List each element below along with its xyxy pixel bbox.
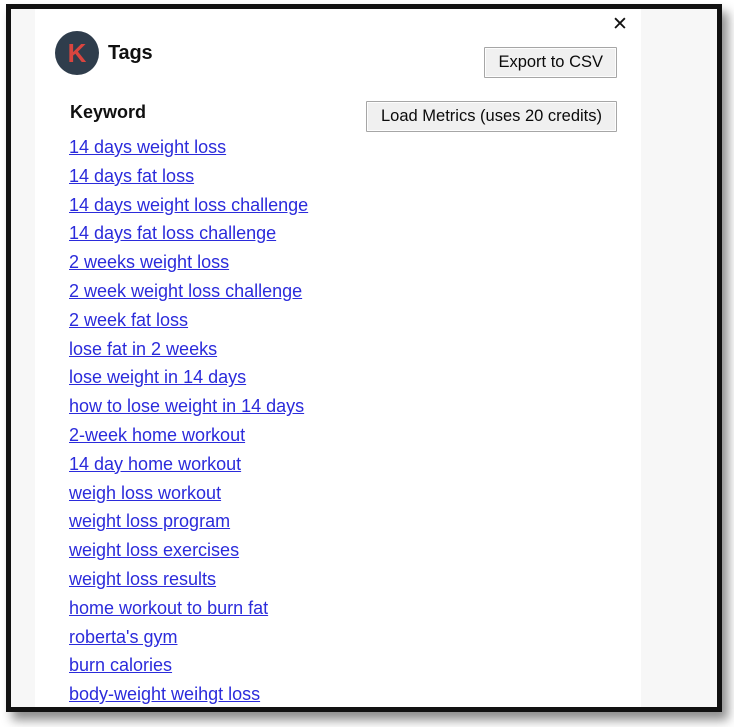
keyword-link[interactable]: roberta's gym	[69, 627, 177, 647]
table-row: how to lose weight in 14 days	[69, 392, 469, 421]
keyword-link[interactable]: burn calories	[69, 655, 172, 675]
keyword-link[interactable]: 2-week home workout	[69, 425, 245, 445]
load-metrics-button[interactable]: Load Metrics (uses 20 credits)	[365, 101, 617, 132]
logo-letter: K	[67, 37, 87, 68]
table-row: burn calories	[69, 651, 469, 680]
app-window-frame: ✕ K Tags Export to CSV Load Metrics (use…	[6, 4, 722, 712]
column-header-keyword: Keyword	[70, 102, 147, 122]
table-row: weight loss results	[69, 565, 469, 594]
table-row: weigh loss workout	[69, 479, 469, 508]
close-icon[interactable]: ✕	[609, 13, 631, 35]
keyword-link[interactable]: 14 days fat loss challenge	[69, 223, 276, 243]
keyword-link[interactable]: 14 day home workout	[69, 454, 241, 474]
keyword-link[interactable]: 14 days weight loss	[69, 137, 226, 157]
keyword-link[interactable]: home workout to burn fat	[69, 598, 268, 618]
table-row: 2 week weight loss challenge	[69, 277, 469, 306]
table-row: 14 day home workout	[69, 450, 469, 479]
keyword-link[interactable]: lose weight in 14 days	[69, 367, 246, 387]
table-row: body-weight weihgt loss	[69, 680, 469, 707]
keywords-everywhere-logo-icon: K	[55, 31, 99, 75]
keyword-link[interactable]: body-weight weihgt loss	[69, 684, 260, 704]
table-row: weight loss program	[69, 507, 469, 536]
keyword-link[interactable]: 2 week fat loss	[69, 310, 188, 330]
keyword-link[interactable]: 14 days weight loss challenge	[69, 195, 308, 215]
keyword-link[interactable]: 2 week weight loss challenge	[69, 281, 302, 301]
table-row: 14 days weight loss	[69, 133, 469, 162]
keyword-link[interactable]: lose fat in 2 weeks	[69, 339, 217, 359]
table-row: home workout to burn fat	[69, 594, 469, 623]
keyword-link[interactable]: 14 days fat loss	[69, 166, 194, 186]
page-title: Tags	[108, 41, 153, 64]
keyword-link[interactable]: weight loss program	[69, 511, 230, 531]
table-row: lose weight in 14 days	[69, 363, 469, 392]
table-row: lose fat in 2 weeks	[69, 335, 469, 364]
keyword-link[interactable]: 2 weeks weight loss	[69, 252, 229, 272]
keyword-link[interactable]: weight loss results	[69, 569, 216, 589]
export-to-csv-button[interactable]: Export to CSV	[484, 47, 617, 78]
table-row: weight loss exercises	[69, 536, 469, 565]
tags-panel: ✕ K Tags Export to CSV Load Metrics (use…	[35, 9, 641, 707]
table-row: 2 weeks weight loss	[69, 248, 469, 277]
keyword-link[interactable]: weight loss exercises	[69, 540, 239, 560]
table-row: 14 days weight loss challenge	[69, 191, 469, 220]
keyword-link[interactable]: weigh loss workout	[69, 483, 221, 503]
keyword-link[interactable]: how to lose weight in 14 days	[69, 396, 304, 416]
table-row: 2-week home workout	[69, 421, 469, 450]
table-row: 2 week fat loss	[69, 306, 469, 335]
table-row: roberta's gym	[69, 623, 469, 652]
table-row: 14 days fat loss challenge	[69, 219, 469, 248]
table-row: 14 days fat loss	[69, 162, 469, 191]
keyword-list: 14 days weight loss 14 days fat loss 14 da…	[69, 133, 469, 707]
brand-header: K Tags	[55, 31, 153, 75]
